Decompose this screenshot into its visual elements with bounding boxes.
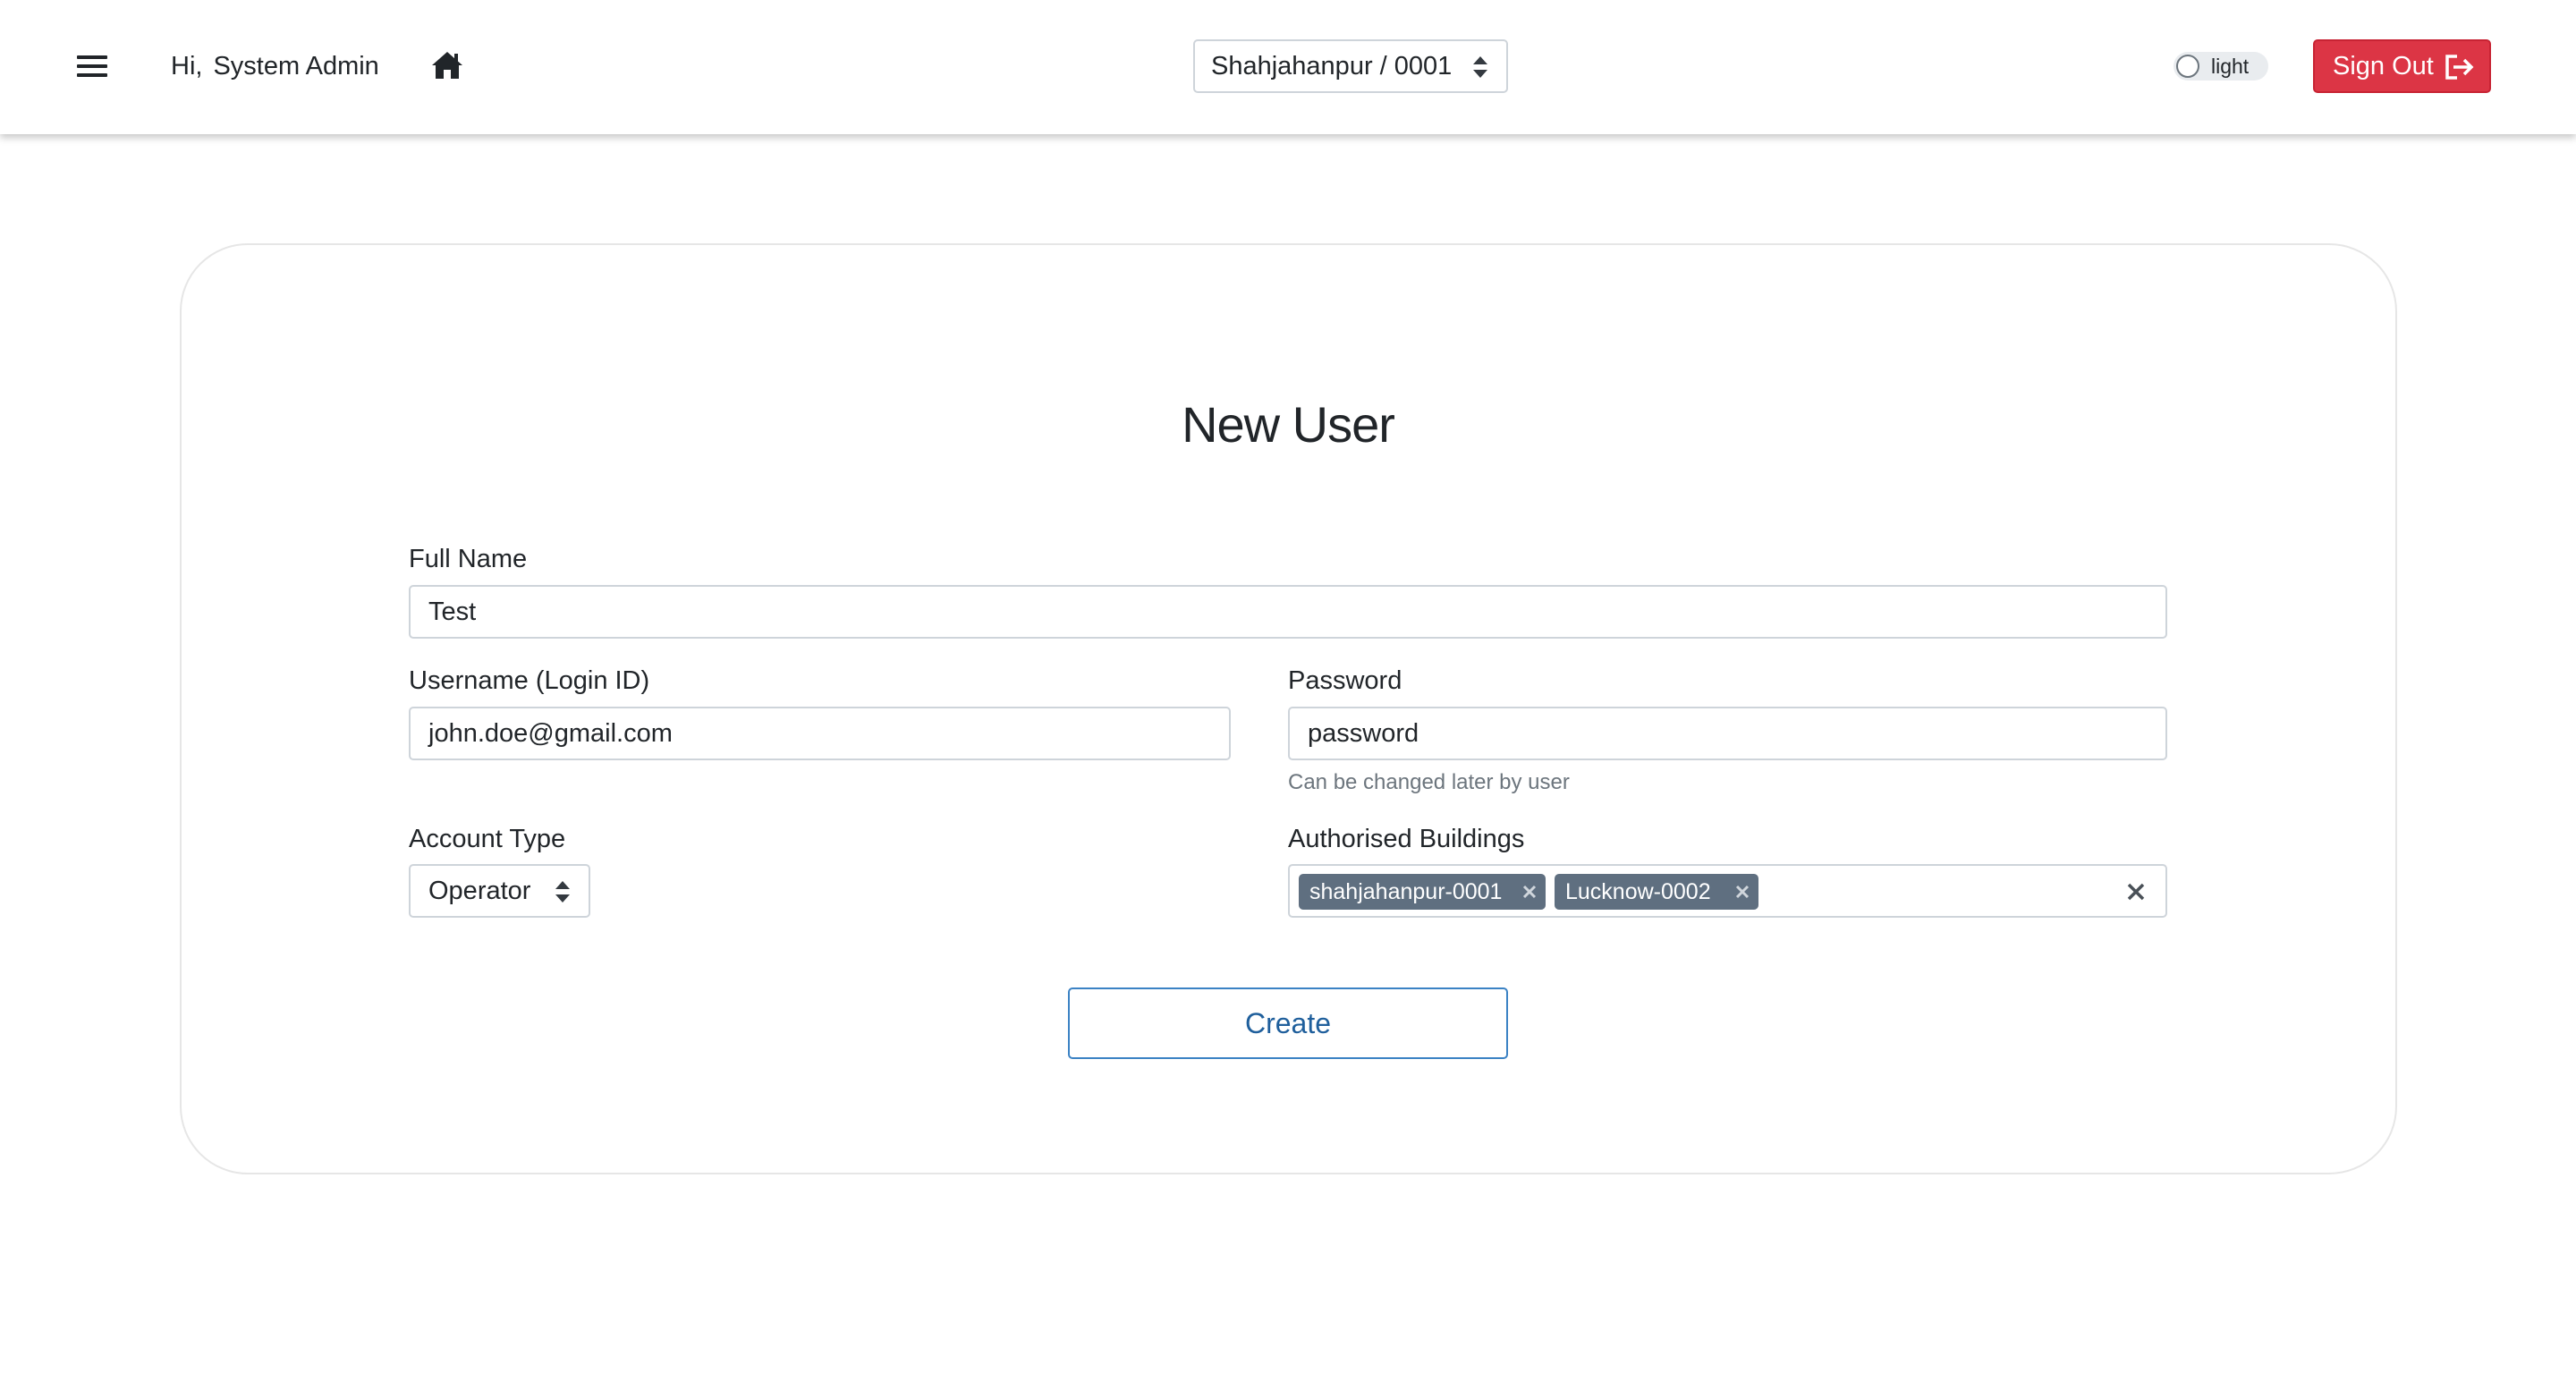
clear-all-icon[interactable]: [2126, 882, 2146, 902]
username-input[interactable]: john.doe@gmail.com: [409, 707, 1231, 760]
account-type-value: Operator: [428, 877, 531, 905]
building-chip: Lucknow-0002: [1555, 874, 1758, 910]
updown-arrows-icon: [1473, 56, 1487, 78]
menu-icon[interactable]: [77, 54, 107, 79]
remove-chip-icon[interactable]: [1522, 885, 1537, 899]
toggle-knob: [2176, 55, 2199, 78]
page-title: New User: [1182, 396, 1395, 453]
building-chip-label: Lucknow-0002: [1565, 879, 1711, 904]
account-type-label: Account Type: [409, 825, 566, 853]
password-help-text: Can be changed later by user: [1288, 770, 1570, 794]
create-button[interactable]: Create: [1068, 987, 1508, 1059]
home-icon[interactable]: [430, 50, 464, 81]
sign-out-icon: [2445, 55, 2474, 80]
authorised-buildings-multiselect[interactable]: shahjahanpur-0001 Lucknow-0002: [1288, 864, 2167, 918]
password-input[interactable]: password: [1288, 707, 2167, 760]
site-selector[interactable]: Shahjahanpur / 0001: [1193, 39, 1508, 93]
remove-chip-icon[interactable]: [1735, 885, 1750, 899]
username-label: Username (Login ID): [409, 666, 650, 695]
building-chip: shahjahanpur-0001: [1299, 874, 1546, 910]
account-type-select[interactable]: Operator: [409, 864, 590, 918]
greeting-prefix: Hi,: [171, 52, 203, 81]
full-name-input[interactable]: Test: [409, 585, 2167, 639]
theme-toggle[interactable]: light: [2174, 52, 2268, 81]
sign-out-label: Sign Out: [2333, 52, 2434, 81]
user-name: System Admin: [213, 52, 379, 81]
authorised-buildings-label: Authorised Buildings: [1288, 825, 1525, 853]
site-selector-value: Shahjahanpur / 0001: [1211, 52, 1453, 81]
theme-toggle-label: light: [2211, 55, 2250, 78]
full-name-label: Full Name: [409, 545, 528, 573]
building-chip-label: shahjahanpur-0001: [1309, 879, 1503, 904]
top-navbar: Hi, System Admin Shahjahanpur / 0001 ligh…: [0, 0, 2576, 134]
sign-out-button[interactable]: Sign Out: [2313, 39, 2491, 93]
greeting: Hi, System Admin: [171, 50, 379, 82]
password-label: Password: [1288, 666, 1402, 695]
updown-arrows-icon: [555, 881, 570, 903]
